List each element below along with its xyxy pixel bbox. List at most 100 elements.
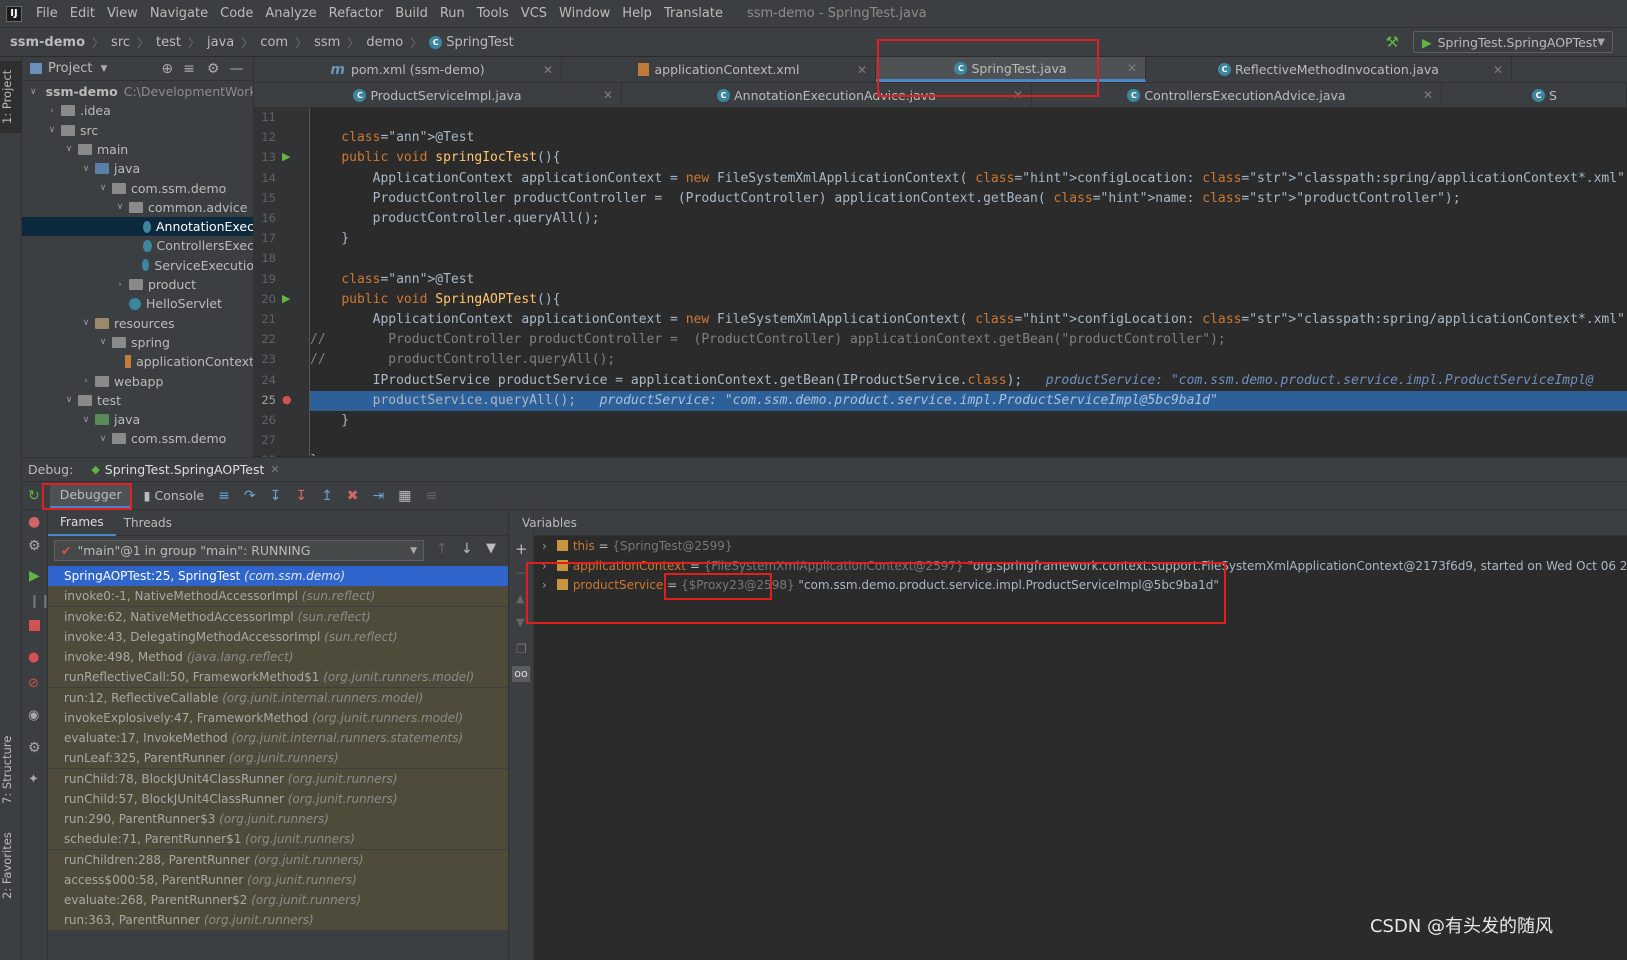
debugger-tab[interactable]: Debugger — [49, 483, 132, 508]
menu-analyze[interactable]: Analyze — [259, 6, 322, 21]
code-line[interactable] — [310, 431, 1627, 451]
stack-frame[interactable]: invoke:62, NativeMethodAccessorImpl (sun… — [48, 606, 508, 627]
tree-item[interactable]: ∨ resources — [22, 314, 253, 333]
close-icon[interactable]: ✕ — [603, 88, 613, 102]
menu-file[interactable]: File — [30, 6, 64, 21]
move-up-icon[interactable]: ▲ — [516, 592, 524, 605]
code-line[interactable]: IProductService productService = applica… — [310, 371, 1627, 391]
menu-refactor[interactable]: Refactor — [323, 6, 390, 21]
code-line[interactable]: class="ann">@Test — [310, 270, 1627, 290]
breadcrumb-ssm[interactable]: ssm — [314, 35, 340, 50]
close-icon[interactable]: ✕ — [857, 63, 867, 77]
glasses-icon[interactable]: oo — [512, 666, 530, 682]
gear-icon[interactable]: ⚙ — [207, 61, 220, 77]
tab-reflectivemethodinvocation-java[interactable]: C ReflectiveMethodInvocation.java ✕ — [1146, 57, 1512, 82]
chevron-down-icon[interactable]: ∨ — [64, 395, 74, 405]
tab-controllersexecutionadvice-java[interactable]: C ControllersExecutionAdvice.java ✕ — [1032, 83, 1442, 107]
tab-annotationexecutionadvice-java[interactable]: C AnnotationExecutionAdvice.java ✕ — [622, 83, 1032, 107]
breakpoint-icon[interactable]: ● — [282, 393, 292, 406]
tree-item[interactable]: ServiceExecutio — [22, 256, 253, 275]
tab-productserviceimpl-java[interactable]: C ProductServiceImpl.java ✕ — [254, 83, 622, 107]
run-test-gutter-icon[interactable]: ▶ — [282, 150, 290, 163]
breadcrumb-java[interactable]: java — [207, 35, 234, 50]
code-line[interactable]: } — [310, 229, 1627, 249]
chevron-right-icon[interactable]: › — [542, 559, 547, 573]
code-line[interactable]: productController.queryAll(); — [310, 209, 1627, 229]
filter-icon[interactable]: ▼ — [486, 541, 496, 556]
tree-item[interactable]: ∨ com.ssm.demo — [22, 179, 253, 198]
breadcrumb-project[interactable]: ssm-demo — [10, 35, 85, 50]
debug-session-tab[interactable]: SpringTest.SpringAOPTest — [105, 462, 265, 477]
stack-frame[interactable]: schedule:71, ParentRunner$1 (org.junit.r… — [48, 829, 508, 850]
current-execution-line[interactable]: productService.queryAll(); productServic… — [310, 390, 1627, 411]
stack-frame[interactable]: invokeExplosively:47, FrameworkMethod (o… — [48, 707, 508, 728]
stack-frame[interactable]: run:363, ParentRunner (org.junit.runners… — [48, 910, 508, 931]
tree-item[interactable]: ∨ ssm-demo C:\DevelopmentWork — [22, 82, 253, 101]
tool-tab-structure[interactable]: 7: Structure — [0, 725, 22, 815]
code-line[interactable] — [310, 108, 1627, 128]
tree-item[interactable]: ∨ spring — [22, 333, 253, 352]
copy-icon[interactable]: ❐ — [516, 642, 527, 656]
chevron-down-icon[interactable]: ∨ — [64, 144, 74, 154]
tree-item[interactable]: ∨ test — [22, 391, 253, 410]
chevron-down-icon[interactable]: ∨ — [81, 415, 91, 425]
menu-vcs[interactable]: VCS — [515, 6, 553, 21]
show-execution-point-icon[interactable]: ≡ — [218, 488, 230, 504]
close-icon[interactable]: ✕ — [543, 63, 553, 77]
breadcrumb-com[interactable]: com — [260, 35, 288, 50]
code-line[interactable]: // productController.queryAll(); — [310, 350, 1627, 370]
stack-frame[interactable]: runChild:57, BlockJUnit4ClassRunner (org… — [48, 788, 508, 809]
menu-edit[interactable]: Edit — [64, 6, 101, 21]
menu-view[interactable]: View — [101, 6, 144, 21]
chevron-right-icon[interactable]: › — [542, 578, 547, 592]
stack-frame[interactable]: runChildren:288, ParentRunner (org.junit… — [48, 849, 508, 870]
tree-item[interactable]: ∨ src — [22, 121, 253, 140]
tab-springtest-java[interactable]: C SpringTest.java ✕ — [876, 57, 1146, 82]
code-editor[interactable]: class="ann">@Test public void springIocT… — [310, 108, 1627, 456]
code-line[interactable]: ProductController productController = (P… — [310, 189, 1627, 209]
locate-target-icon[interactable]: ⊕ — [161, 61, 173, 77]
chevron-down-icon[interactable]: ∨ — [30, 87, 37, 97]
gear-icon[interactable]: ⚙ — [28, 740, 41, 756]
stack-frame[interactable]: evaluate:17, InvokeMethod (org.junit.int… — [48, 728, 508, 748]
move-down-icon[interactable]: ▼ — [516, 616, 524, 629]
chevron-right-icon[interactable]: › — [47, 106, 57, 116]
step-out-icon[interactable]: ↥ — [321, 488, 333, 504]
run-configuration-select[interactable]: ▶ SpringTest.SpringAOPTest ▼ — [1413, 31, 1613, 53]
chevron-down-icon[interactable]: ∨ — [98, 183, 108, 193]
tab-overflow-s[interactable]: C S — [1442, 83, 1627, 107]
threads-tab[interactable]: Threads — [116, 511, 180, 535]
close-icon[interactable]: ✕ — [1493, 63, 1503, 77]
stack-frame[interactable]: runChild:78, BlockJUnit4ClassRunner (org… — [48, 768, 508, 789]
code-line[interactable]: } — [310, 451, 1627, 456]
chevron-down-icon[interactable]: ∨ — [81, 318, 91, 328]
tool-tab-project[interactable]: 1: Project — [0, 61, 22, 133]
build-hammer-icon[interactable]: ⚒ — [1386, 33, 1399, 51]
close-icon[interactable]: ✕ — [270, 463, 279, 476]
settings-icon[interactable]: ⚙ — [28, 538, 41, 554]
chevron-down-icon[interactable]: ∨ — [81, 164, 91, 174]
chevron-down-icon[interactable]: ∨ — [98, 337, 108, 347]
code-line[interactable]: // ProductController productController =… — [310, 330, 1627, 350]
tree-item[interactable]: ∨ com.ssm.demo — [22, 429, 253, 448]
tree-item[interactable]: applicationContext — [22, 352, 253, 371]
force-step-into-icon[interactable]: ↧ — [295, 488, 307, 504]
variable-row[interactable]: › applicationContext = {FileSystemXmlAppl… — [540, 556, 1627, 576]
tab-pom-xml[interactable]: m pom.xml (ssm-demo) ✕ — [254, 57, 562, 82]
menu-tools[interactable]: Tools — [471, 6, 515, 21]
run-test-gutter-icon[interactable]: ▶ — [282, 292, 290, 305]
chevron-down-icon[interactable]: ∨ — [47, 125, 57, 135]
restart-icon[interactable]: ● — [28, 514, 40, 530]
stack-frame[interactable]: evaluate:268, ParentRunner$2 (org.junit.… — [48, 890, 508, 910]
close-icon[interactable]: ✕ — [1013, 88, 1023, 102]
stack-frame[interactable]: invoke:498, Method (java.lang.reflect) — [48, 647, 508, 667]
frames-tab[interactable]: Frames — [48, 510, 116, 536]
stack-frame[interactable]: access$000:58, ParentRunner (org.junit.r… — [48, 869, 508, 890]
chevron-down-icon[interactable]: ∨ — [98, 434, 108, 444]
stop-icon[interactable] — [29, 620, 40, 631]
collapse-all-icon[interactable]: ≡ — [183, 61, 195, 77]
menu-code[interactable]: Code — [214, 6, 259, 21]
resume-icon[interactable]: ▶ — [29, 568, 40, 584]
tree-item[interactable]: ∨ java — [22, 410, 253, 429]
menu-help[interactable]: Help — [616, 6, 658, 21]
